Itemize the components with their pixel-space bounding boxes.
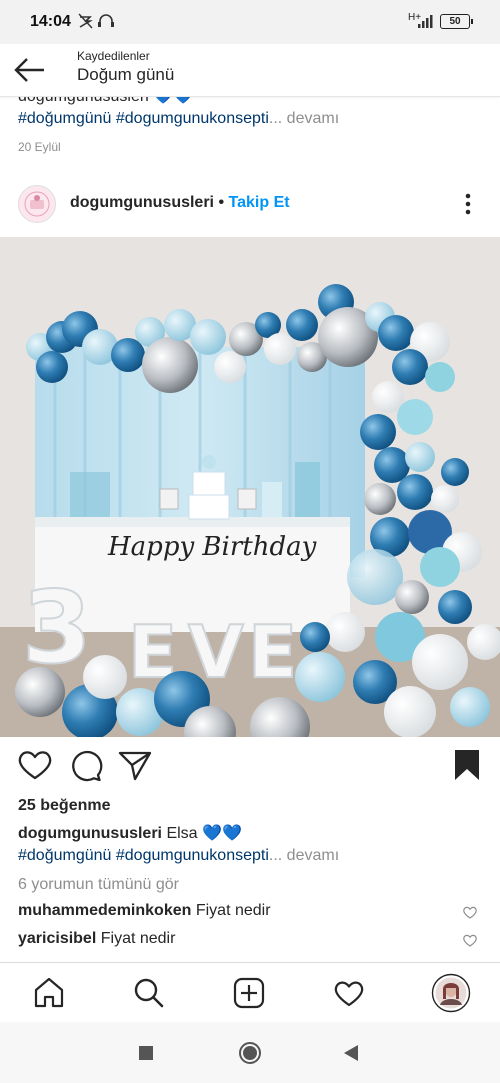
avatar-image — [20, 187, 54, 221]
more-options-icon[interactable] — [460, 190, 476, 220]
signal-icon — [418, 15, 433, 28]
status-bar: 14:04 H+ 50 — [0, 0, 500, 44]
bookmark-icon[interactable] — [447, 745, 487, 785]
happy-birthday-banner: Happy Birthday — [107, 532, 317, 562]
hashtag-link[interactable]: #dogumgunukonsepti — [116, 110, 269, 127]
battery-indicator: 50 — [440, 14, 473, 29]
caption-text: Elsa — [166, 825, 198, 842]
comment-row: muhammedeminkoken Fiyat nedir — [18, 902, 488, 920]
post-hashtags: #doğumgünü #dogumgunukonsepti... devamı — [18, 847, 339, 865]
comment-like-icon[interactable] — [462, 932, 478, 948]
header-section: Kaydedilenler — [77, 49, 150, 63]
separator-dot: • — [218, 194, 225, 211]
user-avatar[interactable] — [18, 185, 56, 223]
share-icon[interactable] — [115, 745, 155, 785]
activity-heart-icon[interactable] — [331, 975, 367, 1011]
previous-hashtags: #doğumgünü #dogumgunukonsepti... devamı — [18, 110, 339, 128]
search-icon[interactable] — [131, 975, 167, 1011]
home-button-icon[interactable] — [238, 1041, 262, 1065]
view-all-comments-link[interactable]: 6 yorumun tümünü gör — [18, 876, 179, 894]
system-navigation-bar — [0, 1022, 500, 1083]
caption-username[interactable]: dogumgunususleri — [18, 825, 162, 842]
bottom-navigation — [0, 962, 500, 1023]
notification-icons — [78, 12, 122, 34]
hashtag-link[interactable]: #doğumgünü — [18, 110, 111, 127]
back-arrow-icon[interactable] — [12, 52, 48, 88]
post-username[interactable]: dogumgunususleri — [70, 194, 214, 211]
previous-post-caption: dogumgunususleri 💙💙 #doğumgünü #dogumgun… — [0, 96, 500, 166]
comment-username[interactable]: muhammedeminkoken — [18, 902, 191, 919]
hashtag-link[interactable]: #dogumgunukonsepti — [116, 847, 269, 864]
caption-emoji: 💙💙 — [202, 825, 242, 842]
new-post-icon[interactable] — [231, 975, 267, 1011]
like-count[interactable]: 25 beğenme — [18, 797, 110, 815]
post-photo[interactable]: Happy Birthday 3 E V E — [0, 237, 500, 737]
comment-like-icon[interactable] — [462, 904, 478, 920]
post-username-row: dogumgunususleri • Takip Et — [70, 194, 290, 212]
like-heart-icon[interactable] — [15, 745, 55, 785]
comment-row: yaricisibel Fiyat nedir — [18, 930, 488, 948]
home-icon[interactable] — [31, 975, 67, 1011]
previous-caption-text: dogumgunususleri 💙💙 — [18, 96, 194, 105]
follow-button[interactable]: Takip Et — [229, 194, 290, 211]
mute-headset-icon — [78, 13, 114, 29]
comment-text: Fiyat nedir — [100, 930, 176, 947]
post-header: dogumgunususleri • Takip Et — [0, 176, 500, 236]
marquee-letter: E — [248, 610, 297, 694]
status-time: 14:04 — [30, 13, 71, 30]
comment-username[interactable]: yaricisibel — [18, 930, 96, 947]
profile-avatar-icon[interactable] — [431, 973, 471, 1013]
page-title: Doğum günü — [77, 65, 175, 84]
recent-apps-icon[interactable] — [138, 1045, 154, 1061]
post-actions — [0, 745, 500, 789]
comment-icon[interactable] — [65, 745, 105, 785]
post-caption: dogumgunususleri Elsa 💙💙 — [18, 823, 242, 843]
more-link[interactable]: ... devamı — [269, 847, 339, 864]
post-date: 20 Eylül — [18, 140, 61, 154]
birthday-decor-image: Happy Birthday 3 E V E — [0, 237, 500, 737]
top-app-bar: Kaydedilenler Doğum günü — [0, 44, 500, 97]
more-link[interactable]: ... devamı — [269, 110, 339, 127]
back-button-icon[interactable] — [342, 1044, 360, 1062]
hashtag-link[interactable]: #doğumgünü — [18, 847, 111, 864]
comment-text: Fiyat nedir — [195, 902, 271, 919]
